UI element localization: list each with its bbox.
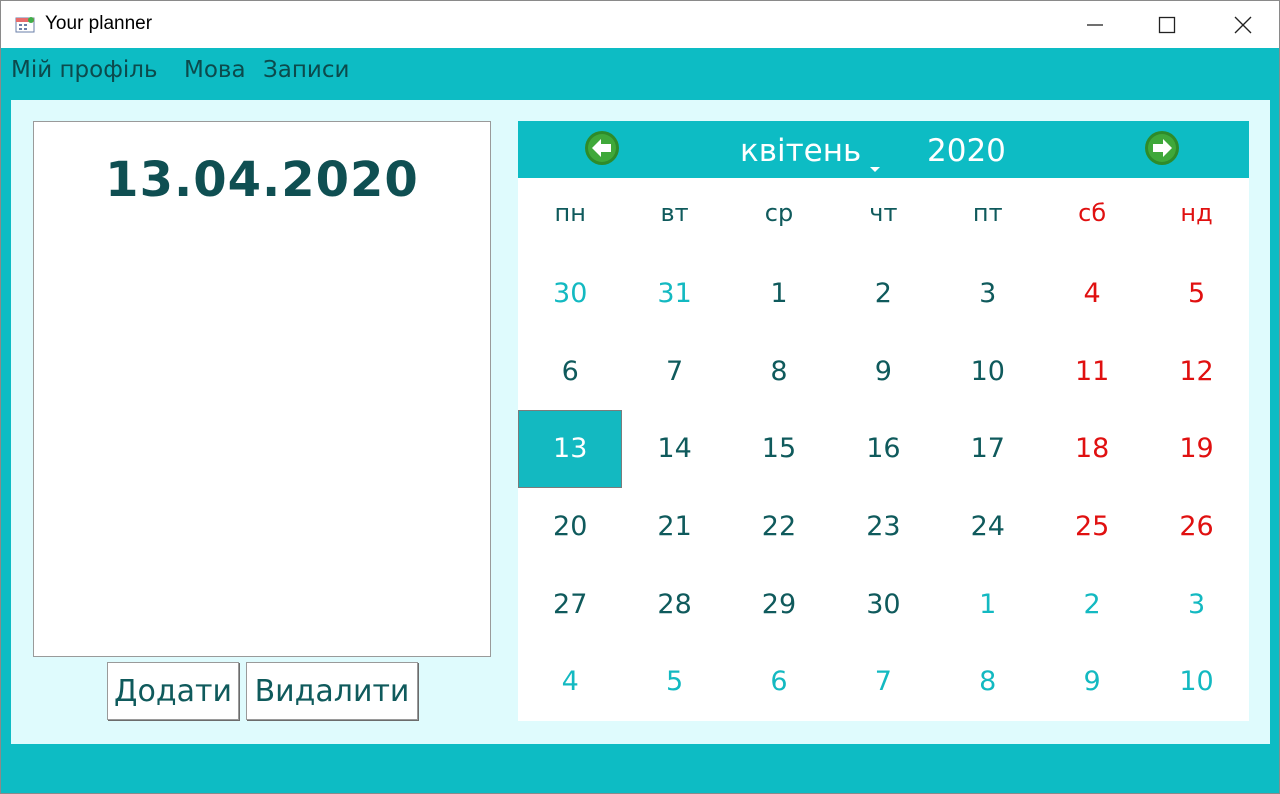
- menu-item-records[interactable]: Записи: [263, 57, 349, 83]
- day-cell[interactable]: 8: [727, 333, 831, 411]
- add-button[interactable]: Додати: [107, 662, 239, 720]
- calendar-icon: [15, 17, 35, 33]
- maximize-button[interactable]: [1129, 1, 1205, 48]
- day-cell[interactable]: 19: [1144, 410, 1248, 488]
- day-cell[interactable]: 4: [518, 643, 622, 721]
- day-cell-selected[interactable]: 13: [518, 410, 623, 488]
- day-cell[interactable]: 9: [831, 333, 935, 411]
- calendar-header: квітень 2020: [518, 121, 1249, 178]
- day-cell[interactable]: 8: [936, 643, 1040, 721]
- weekday-header: пн вт ср чт пт сб нд: [518, 185, 1249, 241]
- week-row: 6 7 8 9 10 11 12: [518, 333, 1249, 411]
- day-cell[interactable]: 30: [518, 255, 622, 333]
- window-title: Your planner: [45, 13, 153, 34]
- minimize-icon: [1087, 24, 1103, 26]
- day-cell[interactable]: 17: [936, 410, 1040, 488]
- day-cell[interactable]: 6: [518, 333, 622, 411]
- day-cell[interactable]: 11: [1040, 333, 1144, 411]
- weekday-label: нд: [1180, 199, 1213, 227]
- weekday-label: пн: [554, 199, 586, 227]
- day-cell[interactable]: 6: [727, 643, 831, 721]
- day-cell[interactable]: 29: [727, 565, 831, 643]
- main-content: 13.04.2020 Додати Видалити квітень 2020: [11, 100, 1270, 744]
- day-cell[interactable]: 10: [1144, 643, 1248, 721]
- close-button[interactable]: [1205, 1, 1280, 48]
- week-row: 4 5 6 7 8 9 10: [518, 643, 1249, 721]
- day-grid: 30 31 1 2 3 4 5 6 7 8 9 10 11 12 13 14 15 16 17 18 19 20 21 22 2…: [518, 255, 1249, 721]
- day-cell[interactable]: 20: [518, 488, 622, 566]
- day-cell[interactable]: 15: [727, 410, 831, 488]
- weekday-label: сб: [1078, 199, 1107, 227]
- day-cell[interactable]: 18: [1040, 410, 1144, 488]
- day-cell[interactable]: 3: [1144, 565, 1248, 643]
- day-cell[interactable]: 1: [936, 565, 1040, 643]
- day-cell[interactable]: 2: [1040, 565, 1144, 643]
- day-cell[interactable]: 31: [622, 255, 726, 333]
- close-icon: [1234, 16, 1252, 34]
- day-cell[interactable]: 25: [1040, 488, 1144, 566]
- minimize-button[interactable]: [1057, 1, 1133, 48]
- arrow-right-icon[interactable]: [1144, 130, 1180, 166]
- app-window: Your planner Мій профіль Мова Записи 13.…: [0, 0, 1280, 794]
- chevron-down-icon[interactable]: [870, 167, 880, 172]
- menu-item-language[interactable]: Мова: [184, 57, 246, 83]
- menu-bar: Мій профіль Мова Записи: [1, 48, 1279, 96]
- day-cell[interactable]: 27: [518, 565, 622, 643]
- day-cell[interactable]: 24: [936, 488, 1040, 566]
- day-cell[interactable]: 7: [622, 333, 726, 411]
- week-row: 27 28 29 30 1 2 3: [518, 565, 1249, 643]
- day-cell[interactable]: 1: [727, 255, 831, 333]
- day-cell[interactable]: 30: [831, 565, 935, 643]
- weekday-label: пт: [972, 199, 1003, 227]
- day-cell[interactable]: 22: [727, 488, 831, 566]
- day-cell[interactable]: 23: [831, 488, 935, 566]
- day-cell[interactable]: 7: [831, 643, 935, 721]
- notes-panel[interactable]: 13.04.2020: [33, 121, 491, 657]
- selected-date-title: 13.04.2020: [105, 152, 419, 208]
- day-cell[interactable]: 12: [1144, 333, 1248, 411]
- day-cell[interactable]: 10: [936, 333, 1040, 411]
- delete-button[interactable]: Видалити: [246, 662, 418, 720]
- week-row: 13 14 15 16 17 18 19: [518, 410, 1249, 488]
- month-selector[interactable]: квітень: [740, 133, 861, 169]
- week-row: 30 31 1 2 3 4 5: [518, 255, 1249, 333]
- day-cell[interactable]: 14: [622, 410, 726, 488]
- weekday-label: ср: [764, 199, 794, 227]
- weekday-label: чт: [869, 199, 898, 227]
- day-cell[interactable]: 2: [831, 255, 935, 333]
- day-cell[interactable]: 26: [1144, 488, 1248, 566]
- year-label[interactable]: 2020: [927, 133, 1006, 169]
- day-cell[interactable]: 5: [622, 643, 726, 721]
- calendar: квітень 2020 пн вт ср чт пт сб нд 30 31 1 2…: [518, 121, 1249, 721]
- day-cell[interactable]: 28: [622, 565, 726, 643]
- day-cell[interactable]: 9: [1040, 643, 1144, 721]
- day-cell[interactable]: 16: [831, 410, 935, 488]
- day-cell[interactable]: 3: [936, 255, 1040, 333]
- week-row: 20 21 22 23 24 25 26: [518, 488, 1249, 566]
- weekday-label: вт: [660, 199, 689, 227]
- maximize-icon: [1158, 16, 1176, 34]
- day-cell[interactable]: 4: [1040, 255, 1144, 333]
- day-cell[interactable]: 5: [1144, 255, 1248, 333]
- title-bar[interactable]: Your planner: [1, 1, 1279, 48]
- day-cell[interactable]: 21: [622, 488, 726, 566]
- menu-item-profile[interactable]: Мій профіль: [11, 57, 158, 83]
- arrow-left-icon[interactable]: [584, 130, 620, 166]
